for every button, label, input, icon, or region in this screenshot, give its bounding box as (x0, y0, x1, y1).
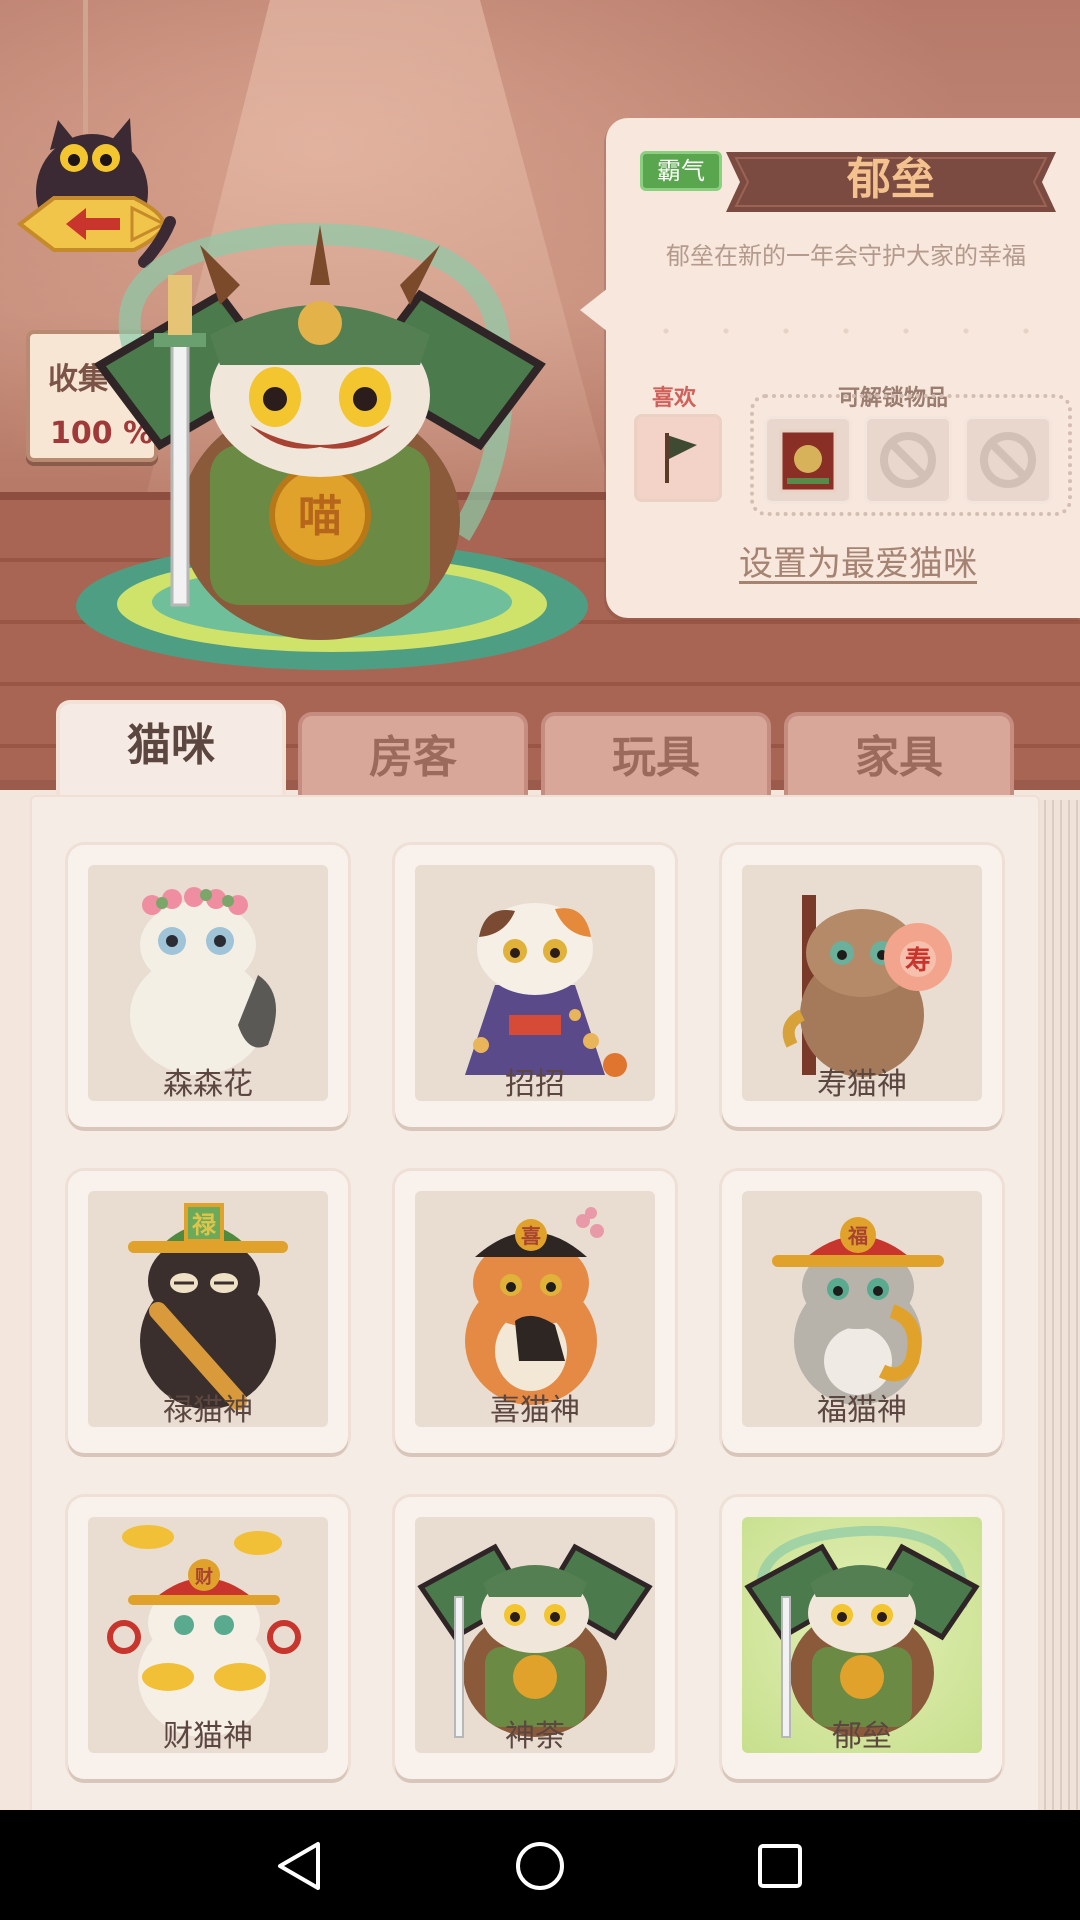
cat-name-label: 福猫神 (817, 1393, 907, 1428)
selected-cat-illustration: 喵 (94, 223, 546, 640)
cat-card-lumaoshen[interactable]: 禄 禄猫神 (68, 1171, 348, 1453)
cat-name-label: 招招 (505, 1067, 565, 1102)
cat-card-shentu[interactable]: 神荼 (395, 1497, 675, 1779)
tab-furniture[interactable]: 家具 (784, 712, 1014, 804)
tab-toys[interactable]: 玩具 (541, 712, 771, 804)
cat-name-label: 郁垒 (832, 1719, 892, 1754)
cat-collection-page: 森森花 招招 寿 寿猫神 禄 禄猫神 喜 喜猫神 福 福猫神 财 财猫神 神荼 … (30, 795, 1040, 1815)
book-page-edges (1038, 800, 1080, 1810)
unlockable-item-2[interactable] (864, 416, 952, 504)
cat-name-label: 禄猫神 (163, 1393, 253, 1428)
room-scene: 收集 100 % 喵 霸气 郁垒 郁垒在新的一年会守护大家的幸福 喜欢 可解锁物… (0, 0, 1080, 780)
cat-detail-card: 霸气 郁垒 郁垒在新的一年会守护大家的幸福 喜欢 可解锁物品 设置为最爱猫咪 (580, 118, 1080, 618)
painting-icon (779, 429, 837, 493)
cat-card-sensenhua[interactable]: 森森花 (68, 845, 348, 1127)
svg-text:寿: 寿 (905, 946, 931, 976)
svg-text:财: 财 (195, 1566, 213, 1588)
category-tabs: 猫咪 房客 玩具 家具 (0, 700, 1080, 804)
card-pointer (580, 288, 608, 332)
nav-recent-button[interactable] (754, 1840, 806, 1892)
cat-card-ximaoshen[interactable]: 喜 喜猫神 (395, 1171, 675, 1453)
cat-description: 郁垒在新的一年会守护大家的幸福 (666, 242, 1026, 270)
cat-card-fumaoshen[interactable]: 福 福猫神 (722, 1171, 1002, 1453)
circle-home-icon (516, 1842, 564, 1890)
name-ribbon: 郁垒 (726, 148, 1056, 218)
like-label: 喜欢 (652, 386, 697, 411)
tab-cats[interactable]: 猫咪 (56, 700, 286, 804)
nav-home-button[interactable] (514, 1840, 566, 1892)
cat-card-shoumaoshen[interactable]: 寿 寿猫神 (722, 845, 1002, 1127)
svg-text:喵: 喵 (298, 491, 342, 542)
unlockable-item-3[interactable] (964, 416, 1052, 504)
cat-name-label: 寿猫神 (817, 1067, 907, 1102)
liked-item-slot[interactable] (634, 414, 722, 502)
cat-card-zhaozhao[interactable]: 招招 (395, 845, 675, 1127)
svg-text:福: 福 (847, 1224, 868, 1248)
triangle-back-icon (278, 1842, 320, 1890)
unlockable-item-1[interactable] (764, 416, 852, 504)
svg-text:喜: 喜 (521, 1224, 541, 1248)
cat-name-label: 财猫神 (163, 1719, 253, 1754)
cat-card-yulv[interactable]: 郁垒 (722, 1497, 1002, 1779)
cat-card-caimaoshen[interactable]: 财 财猫神 (68, 1497, 348, 1779)
cat-name-label: 神荼 (505, 1719, 565, 1754)
cat-name-label: 喜猫神 (490, 1393, 580, 1428)
tab-guests[interactable]: 房客 (298, 712, 528, 804)
system-navigation-bar (0, 1810, 1080, 1920)
nav-back-button[interactable] (274, 1840, 326, 1892)
flag-icon (665, 433, 697, 483)
square-recent-icon (758, 1844, 802, 1888)
set-favorite-button[interactable]: 设置为最爱猫咪 (739, 536, 977, 585)
cat-name-label: 森森花 (163, 1067, 253, 1102)
cat-name: 郁垒 (847, 154, 935, 205)
locked-slot-icon (880, 432, 936, 488)
card-pattern (636, 308, 1056, 354)
locked-slot-icon (980, 432, 1036, 488)
svg-text:禄: 禄 (192, 1211, 217, 1239)
trait-badge: 霸气 (640, 151, 722, 191)
